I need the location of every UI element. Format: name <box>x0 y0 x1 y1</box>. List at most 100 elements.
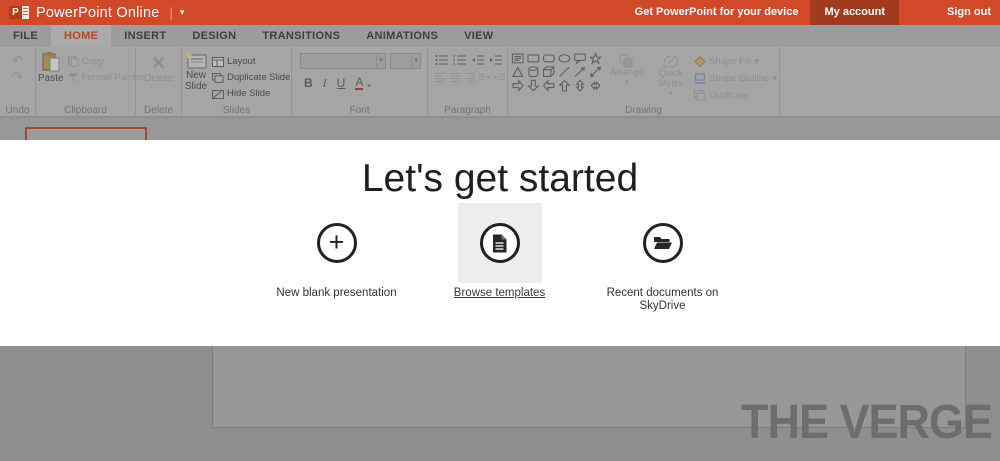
powerpoint-online-app: P PowerPoint Online | ▾ Get PowerPoint f… <box>0 0 1000 461</box>
sign-out-link[interactable]: Sign out <box>899 0 1000 25</box>
shape-gallery[interactable] <box>510 51 603 95</box>
shape-cube[interactable] <box>544 67 554 77</box>
shape-up-down-arrow[interactable] <box>577 80 584 91</box>
align-center-button[interactable] <box>450 72 461 82</box>
quick-styles-button[interactable]: Quick Styles ▾ <box>650 51 691 99</box>
ribbon-tabbar: FILE HOME INSERT DESIGN TRANSITIONS ANIM… <box>0 25 1000 47</box>
font-color-button[interactable]: A <box>355 77 363 90</box>
duplicate-slide-button[interactable]: Duplicate Slide <box>212 70 290 85</box>
chevron-down-icon: ▾ <box>772 73 777 84</box>
tab-insert[interactable]: INSERT <box>111 25 179 47</box>
shape-right-arrow[interactable] <box>513 81 523 91</box>
format-painter-button[interactable]: Format Painter <box>68 70 145 85</box>
shape-star[interactable] <box>590 54 600 64</box>
hide-slide-button[interactable]: Hide Slide <box>212 86 290 101</box>
shape-fill-button[interactable]: Shape Fill ▾ <box>694 54 777 69</box>
font-size-dropdown[interactable]: ▾ <box>390 53 421 69</box>
format-painter-icon <box>68 72 79 83</box>
chevron-down-icon: ▾ <box>411 54 420 68</box>
layout-icon <box>212 57 224 67</box>
start-options: + New blank presentation Browse templa <box>255 203 745 313</box>
layout-button[interactable]: Layout <box>212 54 290 69</box>
redo-icon[interactable]: ↷ <box>12 71 23 83</box>
font-name-dropdown[interactable]: ▾ <box>300 53 386 69</box>
chevron-down-icon[interactable]: ▾ <box>367 82 371 90</box>
tab-animations[interactable]: ANIMATIONS <box>353 25 451 47</box>
hide-slide-icon <box>212 89 224 99</box>
chevron-down-icon: ▾ <box>754 56 759 67</box>
option-new-blank-presentation[interactable]: + New blank presentation <box>255 203 418 313</box>
tab-file[interactable]: FILE <box>0 25 51 47</box>
ribbon-empty-space <box>780 47 1000 117</box>
powerpoint-logo-icon: P <box>9 4 29 22</box>
folder-icon <box>643 223 683 263</box>
verge-watermark: THE VERGE <box>741 394 992 450</box>
duplicate-icon <box>694 90 706 101</box>
option-label[interactable]: Browse templates <box>435 287 565 300</box>
tab-home[interactable]: HOME <box>51 25 111 47</box>
header-links: Get PowerPoint for your device My accoun… <box>623 0 1000 25</box>
duplicate-shape-button[interactable]: Duplicate <box>694 88 777 103</box>
option-browse-templates[interactable]: Browse templates <box>418 203 581 313</box>
shape-down-arrow[interactable] <box>528 80 538 90</box>
shape-cylinder[interactable] <box>529 67 538 77</box>
chevron-down-icon: ▾ <box>625 78 629 88</box>
delete-button[interactable]: × Delete <box>138 51 179 84</box>
ribbon-group-drawing: Arrange ▾ Quick Styles ▾ <box>508 47 780 117</box>
delete-icon: × <box>152 53 165 73</box>
get-powerpoint-link[interactable]: Get PowerPoint for your device <box>623 0 811 25</box>
quick-styles-icon <box>662 54 680 69</box>
shape-up-arrow[interactable] <box>560 81 570 91</box>
get-started-dialog: Let's get started + New blank presentati… <box>0 140 1000 346</box>
ribbon-group-clipboard: Paste Copy Fo <box>36 47 136 117</box>
copy-button[interactable]: Copy <box>68 54 145 69</box>
shape-triangle[interactable] <box>513 68 523 77</box>
numbering-button[interactable] <box>453 54 467 66</box>
editor-canvas-area: THE VERGE <box>0 346 1000 461</box>
tab-design[interactable]: DESIGN <box>179 25 249 47</box>
shape-arrow-line[interactable] <box>575 68 584 77</box>
shape-left-right-arrow[interactable] <box>591 82 600 89</box>
arrange-button[interactable]: Arrange ▾ <box>606 51 647 88</box>
ribbon-group-paragraph: Paragraph <box>428 47 508 117</box>
shape-left-arrow[interactable] <box>544 81 554 91</box>
decrease-indent-button[interactable] <box>471 54 485 66</box>
paste-icon <box>41 51 61 73</box>
dialog-title: Let's get started <box>0 157 1000 201</box>
italic-button[interactable]: I <box>323 77 327 90</box>
my-account-button[interactable]: My account <box>810 0 899 25</box>
bold-button[interactable]: B <box>304 77 313 90</box>
tab-view[interactable]: VIEW <box>451 25 506 47</box>
align-left-button[interactable] <box>435 72 446 82</box>
text-direction-ltr-button[interactable] <box>479 72 490 82</box>
option-recent-documents[interactable]: Recent documents on SkyDrive <box>581 203 744 313</box>
document-icon <box>480 223 520 263</box>
paste-button[interactable]: Paste <box>38 51 64 85</box>
shape-rectangle[interactable] <box>528 55 539 62</box>
shape-rounded-rectangle[interactable] <box>544 55 555 62</box>
shape-double-arrow-line[interactable] <box>591 67 601 76</box>
bullets-button[interactable] <box>435 54 449 66</box>
group-label-slides: Slides <box>182 105 291 116</box>
undo-icon[interactable]: ↶ <box>12 55 23 67</box>
group-label-delete: Delete <box>136 105 181 116</box>
shape-outline-button[interactable]: Shape Outline ▾ <box>694 71 777 86</box>
tab-transitions[interactable]: TRANSITIONS <box>249 25 353 47</box>
text-direction-rtl-button[interactable] <box>494 72 505 82</box>
increase-indent-button[interactable] <box>489 54 503 66</box>
ribbon-group-undo: ↶ ↷ Undo <box>0 47 36 117</box>
option-label[interactable]: New blank presentation <box>272 287 402 300</box>
option-label[interactable]: Recent documents on SkyDrive <box>598 287 728 313</box>
title-separator: | <box>170 5 173 20</box>
shape-oval[interactable] <box>559 55 570 62</box>
plus-icon: + <box>317 223 357 263</box>
shape-line[interactable] <box>560 67 570 76</box>
chevron-down-icon[interactable]: ▾ <box>180 7 185 18</box>
shape-textbox[interactable] <box>512 54 523 63</box>
new-slide-button[interactable]: New Slide <box>184 51 208 101</box>
slide-panel-strip <box>0 118 1000 140</box>
shape-callout[interactable] <box>575 54 586 63</box>
align-right-button[interactable] <box>465 72 476 82</box>
ribbon: ↶ ↷ Undo Paste <box>0 47 1000 117</box>
underline-button[interactable]: U <box>337 77 346 90</box>
